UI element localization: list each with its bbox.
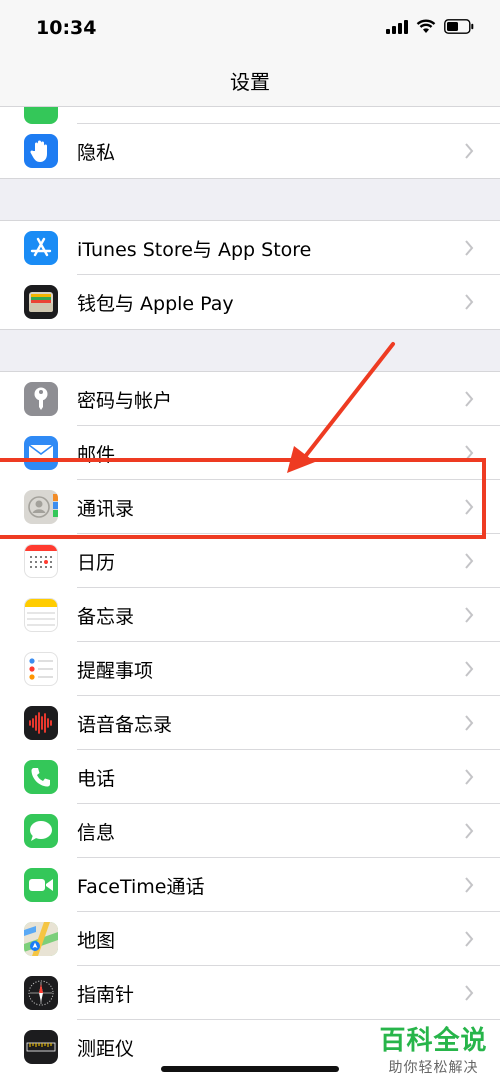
settings-row-label: 日历 [77, 552, 116, 574]
partial-row-top [0, 107, 500, 124]
chevron-right-icon [465, 553, 474, 569]
chevron-right-icon [465, 391, 474, 407]
hand-icon [24, 134, 58, 168]
calendar-icon [24, 544, 58, 578]
chevron-right-icon [465, 294, 474, 310]
settings-row-messages[interactable]: 信息 [0, 804, 500, 858]
settings-row-maps[interactable]: 地图 [0, 912, 500, 966]
wallet-icon [24, 285, 58, 319]
settings-row-compass[interactable]: 指南针 [0, 966, 500, 1020]
settings-row-calendar[interactable]: 日历 [0, 534, 500, 588]
settings-row-facetime[interactable]: FaceTime通话 [0, 858, 500, 912]
settings-row-phone[interactable]: 电话 [0, 750, 500, 804]
chevron-right-icon [465, 823, 474, 839]
settings-group-privacy: 隐私 [0, 124, 500, 179]
annotation-highlight-box [0, 458, 486, 539]
chevron-right-icon [465, 985, 474, 1001]
settings-row-label: 提醒事项 [77, 660, 154, 682]
settings-row-passwords-accounts[interactable]: 密码与帐户 [0, 372, 500, 426]
watermark-subtitle: 助你轻松解决 [388, 1060, 479, 1076]
nav-bar: 设置 [0, 58, 500, 107]
settings-row-label: 电话 [77, 768, 116, 790]
settings-row-label: 语音备忘录 [77, 714, 173, 736]
settings-group-store: iTunes Store与 App Store 钱包与 Apple Pay [0, 220, 500, 330]
settings-row-label: 隐私 [77, 142, 116, 164]
watermark: 百科全说 助你轻松解决 [376, 1020, 491, 1077]
settings-row-label: iTunes Store与 App Store [77, 239, 312, 261]
settings-row-voice-memos[interactable]: 语音备忘录 [0, 696, 500, 750]
settings-row-label: 钱包与 Apple Pay [77, 293, 234, 315]
chevron-right-icon [465, 715, 474, 731]
chevron-right-icon [465, 877, 474, 893]
settings-row-label: 备忘录 [77, 606, 135, 628]
notes-icon [24, 598, 58, 632]
wifi-icon [416, 19, 436, 33]
settings-row-label: 密码与帐户 [77, 390, 173, 412]
chevron-right-icon [465, 240, 474, 256]
chevron-right-icon [465, 661, 474, 677]
voice-memos-icon [24, 706, 58, 740]
measure-icon [24, 1030, 58, 1064]
settings-row-label: 地图 [77, 930, 116, 952]
page-title: 设置 [230, 70, 270, 94]
settings-row-notes[interactable]: 备忘录 [0, 588, 500, 642]
home-indicator[interactable] [161, 1066, 339, 1072]
settings-row-label: 测距仪 [77, 1038, 135, 1060]
settings-row-wallet-apple-pay[interactable]: 钱包与 Apple Pay [0, 275, 500, 329]
status-bar: 10:34 [0, 0, 500, 58]
messages-icon [24, 814, 58, 848]
key-icon [24, 382, 58, 416]
chevron-right-icon [465, 769, 474, 785]
chevron-right-icon [465, 143, 474, 159]
cellular-signal-icon [386, 19, 408, 34]
status-icons [386, 19, 474, 34]
partial-green-icon [24, 107, 58, 124]
reminders-icon [24, 652, 58, 686]
app-store-icon [24, 231, 58, 265]
maps-icon [24, 922, 58, 956]
compass-icon [24, 976, 58, 1010]
settings-row-label: 指南针 [77, 984, 135, 1006]
watermark-title: 百科全说 [379, 1026, 488, 1056]
facetime-icon [24, 868, 58, 902]
chevron-right-icon [465, 607, 474, 623]
settings-row-itunes-app-store[interactable]: iTunes Store与 App Store [0, 221, 500, 275]
settings-row-privacy[interactable]: 隐私 [0, 124, 500, 178]
settings-row-label: 信息 [77, 822, 116, 844]
phone-icon [24, 760, 58, 794]
chevron-right-icon [465, 931, 474, 947]
battery-icon [444, 19, 474, 34]
status-time: 10:34 [36, 17, 97, 39]
settings-row-label: FaceTime通话 [77, 876, 205, 898]
settings-row-reminders[interactable]: 提醒事项 [0, 642, 500, 696]
